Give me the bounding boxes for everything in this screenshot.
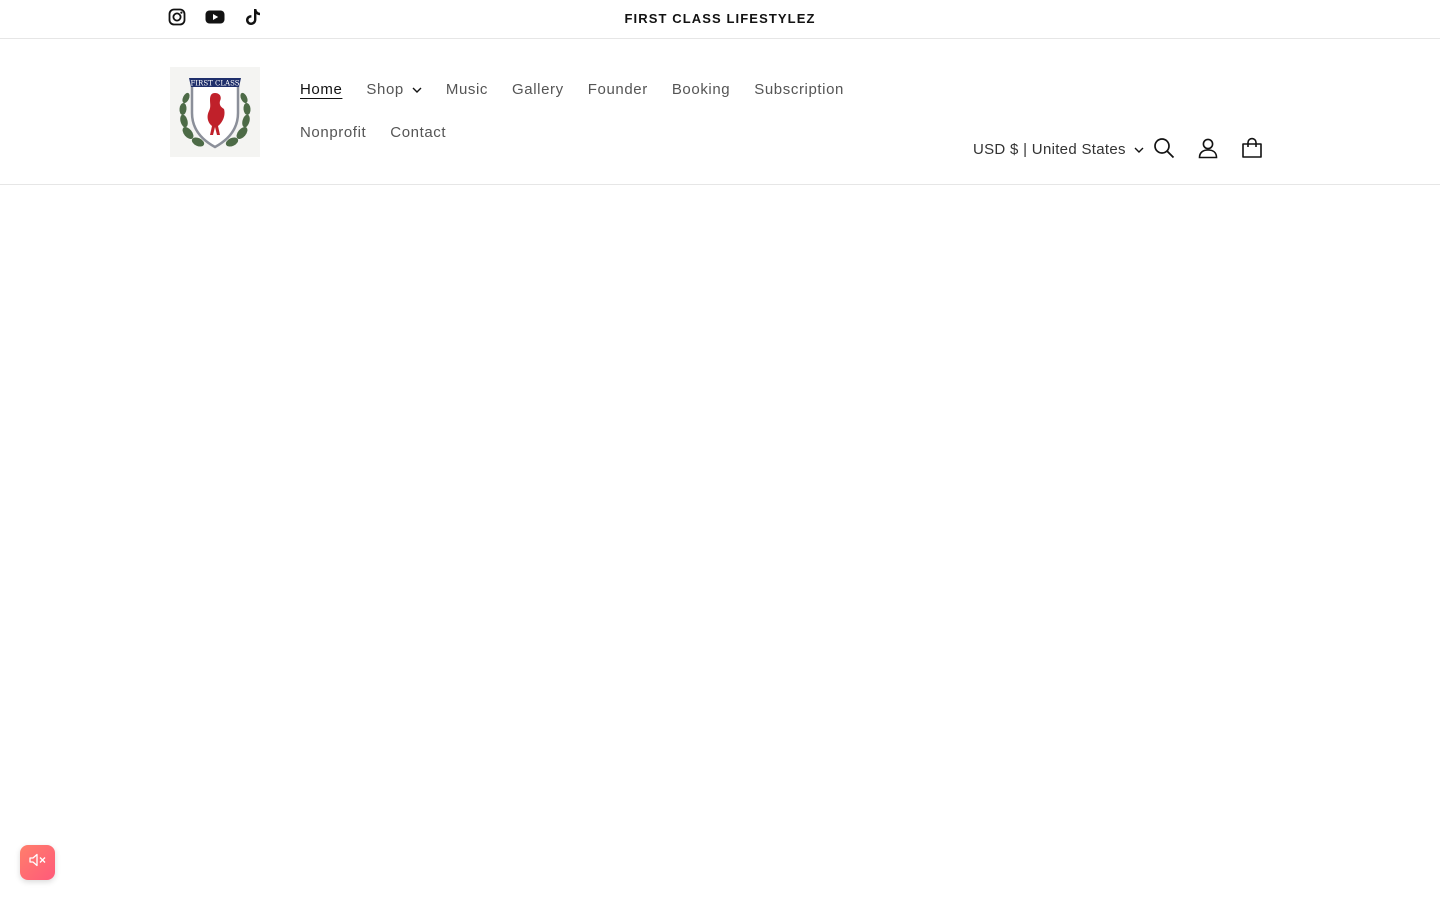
nav-gallery-label: Gallery	[512, 81, 564, 98]
account-button[interactable]	[1194, 136, 1222, 164]
nav-founder-label: Founder	[587, 81, 648, 98]
nav-subscription-label: Subscription	[754, 81, 844, 98]
nav-shop[interactable]: Shop	[354, 68, 433, 111]
country-currency-selector[interactable]: USD $ | United States	[973, 141, 1144, 158]
nav-music-label: Music	[445, 81, 489, 98]
logo-banner-text: FIRST CLASS	[190, 80, 239, 88]
chevron-down-icon	[1134, 147, 1144, 153]
sound-toggle-button[interactable]	[20, 845, 55, 880]
chevron-down-icon	[412, 87, 422, 93]
announcement-bar: FIRST CLASS LIFESTYLEZ	[0, 0, 1440, 39]
country-currency-label: USD $ | United States	[973, 141, 1126, 158]
main-nav: Home Shop Music Gallery Founder Booking …	[288, 68, 928, 154]
mute-icon	[28, 853, 47, 872]
site-logo[interactable]: FIRST CLASS	[170, 67, 260, 157]
nav-nonprofit-label: Nonprofit	[300, 124, 367, 141]
nav-booking-label: Booking	[671, 81, 731, 98]
site-header: FIRST CLASS Home Shop Music Gallery Foun…	[0, 39, 1440, 185]
nav-contact-label: Contact	[390, 124, 447, 141]
announcement-text: FIRST CLASS LIFESTYLEZ	[624, 11, 816, 26]
cart-button[interactable]	[1238, 136, 1266, 164]
nav-music[interactable]: Music	[434, 68, 500, 111]
nav-subscription[interactable]: Subscription	[742, 68, 856, 111]
search-icon	[1153, 137, 1175, 164]
nav-shop-label: Shop	[366, 81, 404, 98]
nav-gallery[interactable]: Gallery	[500, 68, 576, 111]
cart-icon	[1241, 137, 1263, 164]
search-button[interactable]	[1150, 136, 1178, 164]
account-icon	[1197, 137, 1219, 164]
nav-home-label: Home	[300, 81, 343, 98]
nav-founder[interactable]: Founder	[576, 68, 660, 111]
nav-contact[interactable]: Contact	[378, 111, 458, 154]
nav-nonprofit[interactable]: Nonprofit	[288, 111, 378, 154]
nav-home[interactable]: Home	[288, 68, 354, 111]
nav-booking[interactable]: Booking	[660, 68, 742, 111]
